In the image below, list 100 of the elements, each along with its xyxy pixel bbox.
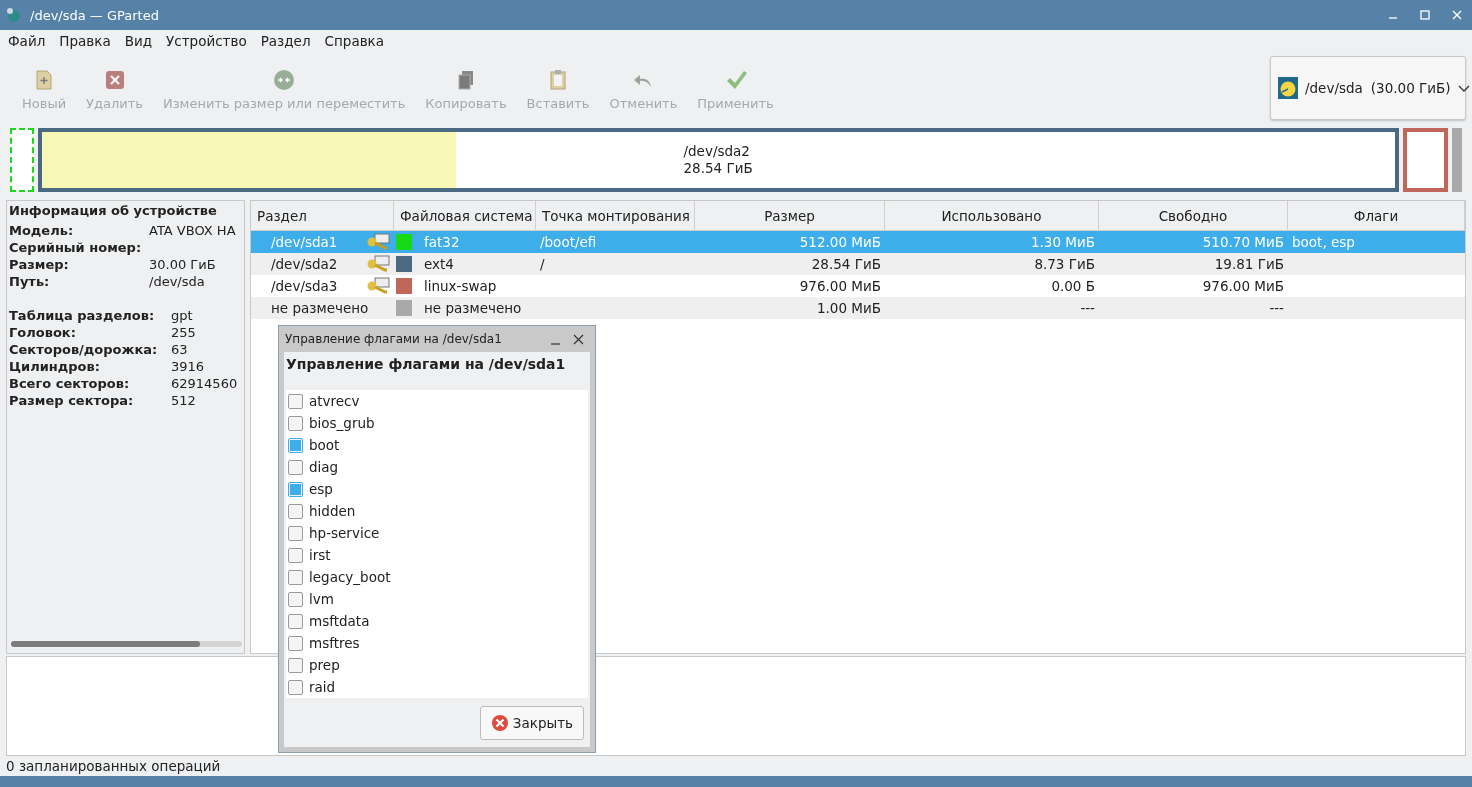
checkbox[interactable] xyxy=(288,591,303,607)
flag-label[interactable]: raid xyxy=(309,679,336,695)
dialog-title: Управление флагами на /dev/sda1 xyxy=(285,332,502,346)
table-cell: 512.00 МиБ xyxy=(799,234,881,250)
checkbox[interactable] xyxy=(288,679,303,695)
menu-item[interactable]: Раздел xyxy=(260,33,311,49)
flag-label[interactable]: diag xyxy=(309,459,339,475)
partition-block[interactable]: /dev/sda2 28.54 ГиБ xyxy=(38,128,1399,192)
checkbox[interactable] xyxy=(288,481,303,497)
table-cell: 976.00 МиБ xyxy=(799,278,881,294)
menu-item[interactable]: Справка xyxy=(324,33,385,49)
checkbox[interactable] xyxy=(288,503,303,519)
table-cell: 19.81 ГиБ xyxy=(1214,256,1284,272)
menu-item[interactable]: Вид xyxy=(124,33,153,49)
menu-item[interactable]: Правка xyxy=(59,33,111,49)
menu-item[interactable]: Файл xyxy=(8,33,46,49)
flag-label[interactable]: atvrecv xyxy=(309,393,360,409)
column-header[interactable]: Файловая система xyxy=(394,201,536,230)
table-cell: 28.54 ГиБ xyxy=(811,256,881,272)
table-cell: boot, esp xyxy=(1292,234,1355,250)
flag-label[interactable]: hidden xyxy=(309,503,356,519)
partition-block[interactable] xyxy=(1403,128,1448,192)
checkbox[interactable] xyxy=(288,547,303,563)
horizontal-scrollbar[interactable] xyxy=(11,641,242,647)
info-label: Секторов/дорожка: xyxy=(9,341,159,358)
table-cell-text: /dev/sda2 xyxy=(270,256,339,272)
app-logo-icon xyxy=(6,7,22,23)
table-cell: --- xyxy=(1269,300,1284,316)
checkbox[interactable] xyxy=(288,415,303,431)
checkbox[interactable] xyxy=(288,613,303,629)
table-cell: 510.70 МиБ xyxy=(1202,234,1284,250)
close-circle-icon xyxy=(490,713,509,732)
info-label: Размер сектора: xyxy=(9,392,135,409)
menu-item[interactable]: Устройство xyxy=(166,33,247,49)
table-cell: 1.30 МиБ xyxy=(1030,234,1095,250)
column-header[interactable]: Свободно xyxy=(1099,201,1288,230)
table-cell: linux-swap xyxy=(424,278,497,294)
info-value: 62914560 xyxy=(171,375,239,392)
flag-label[interactable]: lvm xyxy=(309,591,334,607)
flag-label[interactable]: boot xyxy=(309,437,340,453)
flag-label[interactable]: hp-service xyxy=(309,525,380,541)
column-header[interactable]: Точка монтирования xyxy=(536,201,695,230)
close-icon[interactable] xyxy=(572,332,585,346)
info-value: 3916 xyxy=(171,358,206,375)
info-value: 255 xyxy=(171,324,197,341)
flag-label[interactable]: legacy_boot xyxy=(309,569,391,585)
chevron-down-icon xyxy=(1456,83,1471,93)
partition-name: /dev/sda2 xyxy=(683,143,751,160)
column-header[interactable]: Использовано xyxy=(885,201,1099,230)
column-header[interactable]: Раздел xyxy=(251,201,394,230)
table-cell: /boot/efi xyxy=(540,234,597,250)
window-title: /dev/sda — GParted xyxy=(30,7,159,23)
table-row[interactable]: /dev/sda2 ext4 / 28.54 ГиБ 8.73 ГиБ 19.81 ГиБ xyxy=(251,253,1465,275)
table-cell: --- xyxy=(1080,300,1095,316)
info-value: 63 xyxy=(171,341,189,358)
info-label: Размер: xyxy=(9,256,70,273)
info-value: gpt xyxy=(171,307,194,324)
dialog-heading: Управление флагами на /dev/sda1 xyxy=(285,355,567,374)
checkbox[interactable] xyxy=(288,569,303,585)
partition-size: 28.54 ГиБ xyxy=(683,160,754,177)
table-cell: 976.00 МиБ xyxy=(1202,278,1284,294)
flag-label[interactable]: bios_grub xyxy=(309,415,375,431)
table-cell: 8.73 ГиБ xyxy=(1034,256,1095,272)
info-label: Путь: xyxy=(9,273,51,290)
table-cell: 1.00 МиБ xyxy=(816,300,881,316)
checkbox[interactable] xyxy=(288,459,303,475)
checkbox[interactable] xyxy=(288,393,303,409)
info-label: Всего секторов: xyxy=(9,375,131,392)
info-label: Модель: xyxy=(9,222,75,239)
flag-label[interactable]: esp xyxy=(309,481,333,497)
flag-label[interactable]: msftres xyxy=(309,635,360,651)
column-header[interactable]: Флаги xyxy=(1288,201,1465,230)
flag-label[interactable]: prep xyxy=(309,657,340,673)
partition-block[interactable] xyxy=(10,128,34,192)
checkbox[interactable] xyxy=(288,525,303,541)
checkbox[interactable] xyxy=(288,657,303,673)
flag-label[interactable]: msftdata xyxy=(309,613,370,629)
info-label: Таблица разделов: xyxy=(9,307,156,324)
checkbox[interactable] xyxy=(288,635,303,651)
close-icon[interactable] xyxy=(1450,8,1464,22)
column-header[interactable]: Размер xyxy=(695,201,885,230)
panel-heading: Информация об устройстве xyxy=(9,203,218,218)
table-cell: fat32 xyxy=(424,234,460,250)
table-cell: не размечено xyxy=(424,300,522,316)
info-label: Цилиндров: xyxy=(9,358,101,375)
table-cell: ext4 xyxy=(424,256,454,272)
table-row[interactable]: /dev/sda3 linux-swap 976.00 МиБ 0.00 Б 976.00 МиБ xyxy=(251,275,1465,297)
close-button[interactable]: Закрыть xyxy=(479,705,584,740)
table-cell-text: /dev/sda1 xyxy=(270,234,339,250)
maximize-icon[interactable] xyxy=(1418,8,1432,22)
info-value: 512 xyxy=(171,392,197,409)
status-text: 0 запланированных операций xyxy=(5,757,222,776)
checkbox[interactable] xyxy=(288,437,303,453)
info-value: 30.00 ГиБ xyxy=(149,256,217,273)
table-cell-text: не размечено xyxy=(270,300,370,316)
table-row[interactable]: не размечено не размечено 1.00 МиБ --- --- xyxy=(251,297,1465,319)
info-value: /dev/sda xyxy=(149,273,206,290)
flag-label[interactable]: irst xyxy=(309,547,331,563)
table-cell-text: /dev/sda3 xyxy=(270,278,339,294)
info-value: ATA VBOX HA xyxy=(149,222,237,239)
